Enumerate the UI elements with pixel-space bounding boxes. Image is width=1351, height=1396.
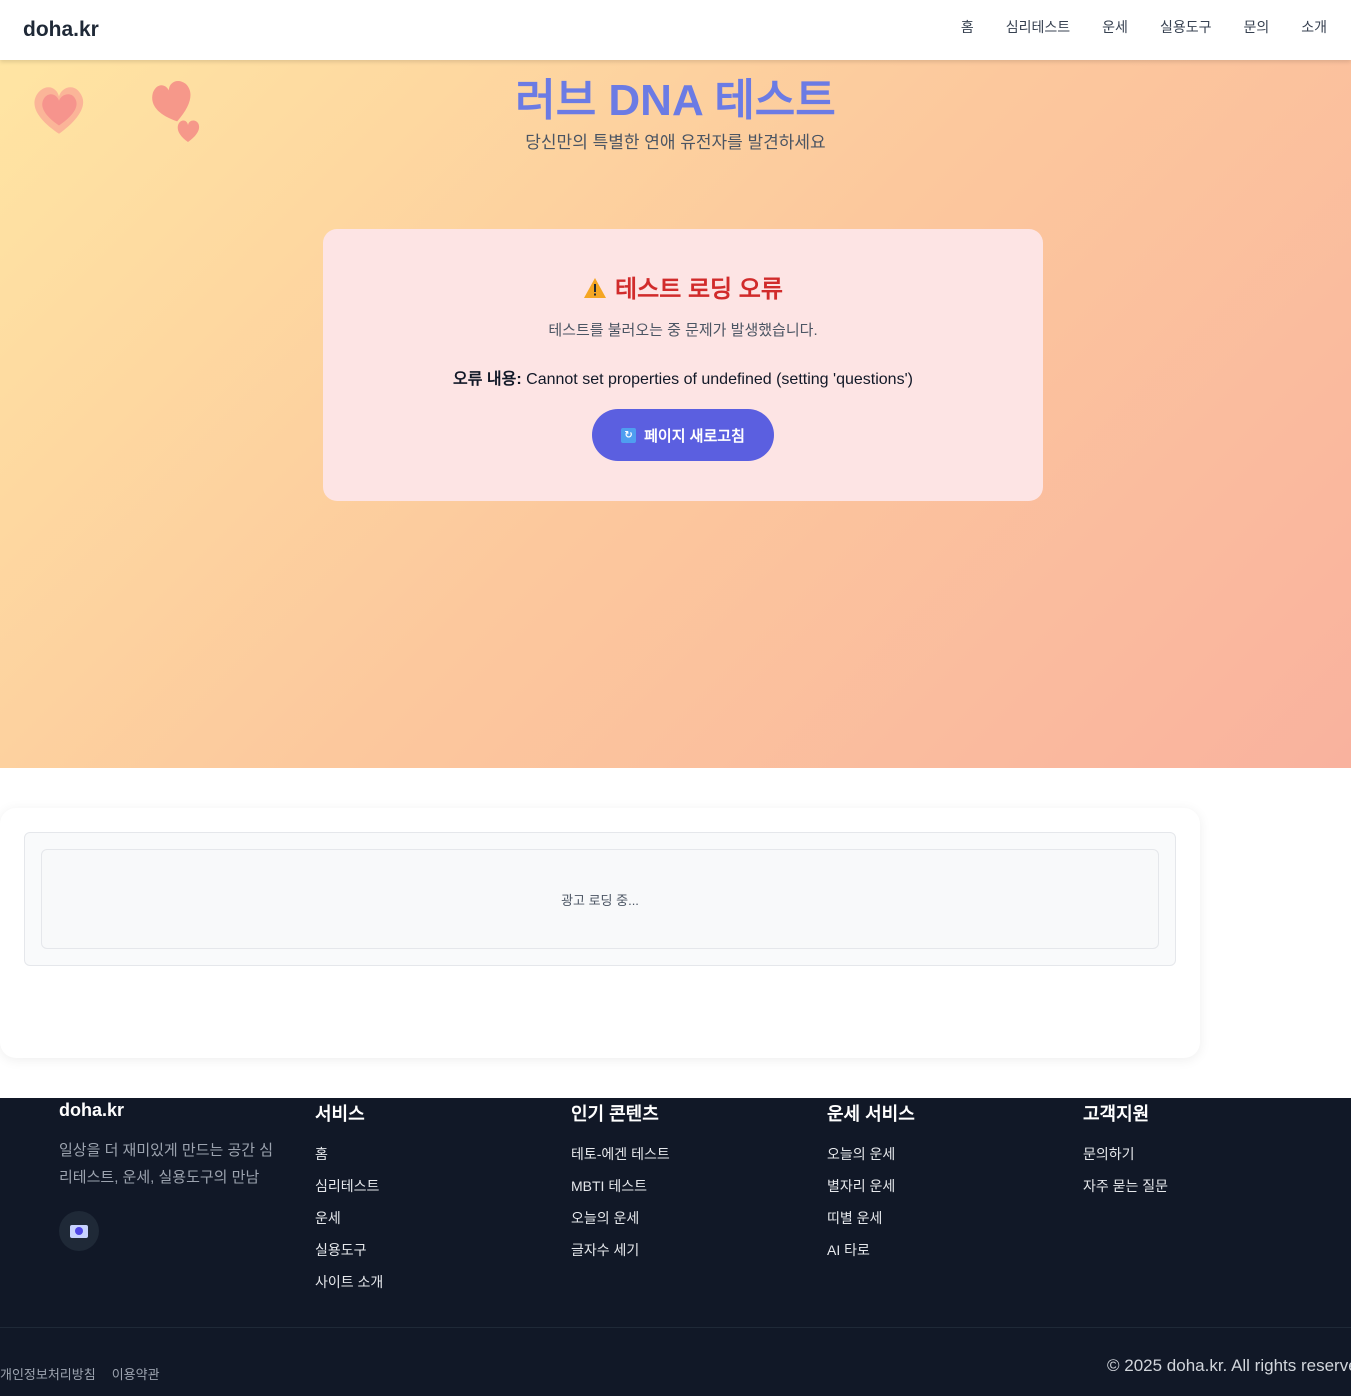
footer-logo: doha.kr xyxy=(59,1100,125,1120)
footer-popular: 인기 콘텐츠 테토-에겐 테스트 MBTI 테스트 오늘의 운세 글자수 세기 xyxy=(571,1098,670,1272)
footer-link-teto-egen-test[interactable]: 테토-에겐 테스트 xyxy=(571,1144,670,1176)
footer-link-faq[interactable]: 자주 묻는 질문 xyxy=(1083,1176,1168,1208)
footer-link-about[interactable]: 사이트 소개 xyxy=(315,1272,383,1304)
footer-brand: doha.kr 일상을 더 재미있게 만드는 공간 심리테스트, 운세, 실용도… xyxy=(59,1098,274,1251)
footer-support-title: 고객지원 xyxy=(1083,1104,1150,1124)
nav-item-home[interactable]: 홈 xyxy=(961,17,974,37)
ad-container: 광고 로딩 중... xyxy=(24,832,1176,966)
nav-item-contact[interactable]: 문의 xyxy=(1243,17,1269,37)
error-detail: 오류 내용: Cannot set properties of undefine… xyxy=(323,365,1043,389)
footer-services: 서비스 홈 심리테스트 운세 실용도구 사이트 소개 xyxy=(315,1098,383,1304)
footer-services-title: 서비스 xyxy=(315,1104,365,1124)
ad-loading-text: 광고 로딩 중... xyxy=(561,892,639,908)
page-title: 러브 DNA 테스트 xyxy=(515,76,836,125)
nav-item-about[interactable]: 소개 xyxy=(1301,17,1327,37)
social-icon xyxy=(70,1224,88,1238)
error-card: 테스트 로딩 오류 테스트를 불러오는 중 문제가 발생했습니다. 오류 내용:… xyxy=(323,229,1043,501)
hero-section: 러브 DNA 테스트 당신만의 특별한 연애 유전자를 발견하세요 테스트 로딩… xyxy=(0,60,1351,768)
site-logo[interactable]: doha.kr xyxy=(23,18,99,42)
footer-link-home[interactable]: 홈 xyxy=(315,1144,383,1176)
nav-item-fortune[interactable]: 운세 xyxy=(1102,17,1128,37)
footer-link-today-fortune[interactable]: 오늘의 운세 xyxy=(827,1144,915,1176)
copyright: © 2025 doha.kr. All rights reserved. xyxy=(1107,1356,1351,1375)
footer-fortune-title: 운세 서비스 xyxy=(827,1104,915,1124)
footer-link-animal-fortune[interactable]: 띠별 운세 xyxy=(827,1208,915,1240)
footer-link-ai-tarot[interactable]: AI 타로 xyxy=(827,1240,915,1272)
page-subtitle: 당신만의 특별한 연애 유전자를 발견하세요 xyxy=(525,133,826,152)
footer-link-zodiac-fortune[interactable]: 별자리 운세 xyxy=(827,1176,915,1208)
ad-slot[interactable]: 광고 로딩 중... xyxy=(41,849,1159,949)
terms-link[interactable]: 이용약관 xyxy=(112,1364,160,1383)
reload-page-button[interactable]: ↻ 페이지 새로고침 xyxy=(592,409,774,461)
footer-legal-links: 개인정보처리방침 이용약관 xyxy=(0,1364,160,1383)
footer-popular-title: 인기 콘텐츠 xyxy=(571,1104,659,1124)
footer-link-contact[interactable]: 문의하기 xyxy=(1083,1144,1168,1176)
ad-section: 광고 로딩 중... xyxy=(0,808,1200,1058)
refresh-icon: ↻ xyxy=(621,427,637,443)
footer-support: 고객지원 문의하기 자주 묻는 질문 xyxy=(1083,1098,1168,1208)
error-title: 테스트 로딩 오류 xyxy=(323,269,1043,304)
social-link-button[interactable] xyxy=(59,1211,99,1251)
footer-description: 일상을 더 재미있게 만드는 공간 심리테스트, 운세, 실용도구의 만남 xyxy=(59,1142,274,1186)
footer-link-psych-tests[interactable]: 심리테스트 xyxy=(315,1176,383,1208)
reload-button-label: 페이지 새로고침 xyxy=(644,427,745,445)
error-description: 테스트를 불러오는 중 문제가 발생했습니다. xyxy=(548,322,818,339)
footer-fortune: 운세 서비스 오늘의 운세 별자리 운세 띠별 운세 AI 타로 xyxy=(827,1098,915,1272)
warning-icon xyxy=(584,278,607,298)
footer-link-mbti-test[interactable]: MBTI 테스트 xyxy=(571,1176,670,1208)
privacy-policy-link[interactable]: 개인정보처리방침 xyxy=(0,1364,96,1383)
footer-link-daily-fortune[interactable]: 오늘의 운세 xyxy=(571,1208,670,1240)
nav-item-psych-tests[interactable]: 심리테스트 xyxy=(1006,17,1070,37)
site-footer: doha.kr 일상을 더 재미있게 만드는 공간 심리테스트, 운세, 실용도… xyxy=(0,1098,1351,1396)
main-nav: 홈 심리테스트 운세 실용도구 문의 소개 xyxy=(961,17,1327,37)
error-detail-message: Cannot set properties of undefined (sett… xyxy=(526,371,913,388)
footer-divider xyxy=(0,1327,1351,1328)
nav-item-tools[interactable]: 실용도구 xyxy=(1160,17,1212,37)
error-title-text: 테스트 로딩 오류 xyxy=(615,276,783,303)
footer-link-char-counter[interactable]: 글자수 세기 xyxy=(571,1240,670,1272)
footer-link-tools[interactable]: 실용도구 xyxy=(315,1240,383,1272)
site-header: doha.kr 홈 심리테스트 운세 실용도구 문의 소개 xyxy=(0,0,1351,60)
footer-link-fortune[interactable]: 운세 xyxy=(315,1208,383,1240)
error-detail-label: 오류 내용: xyxy=(453,371,522,388)
